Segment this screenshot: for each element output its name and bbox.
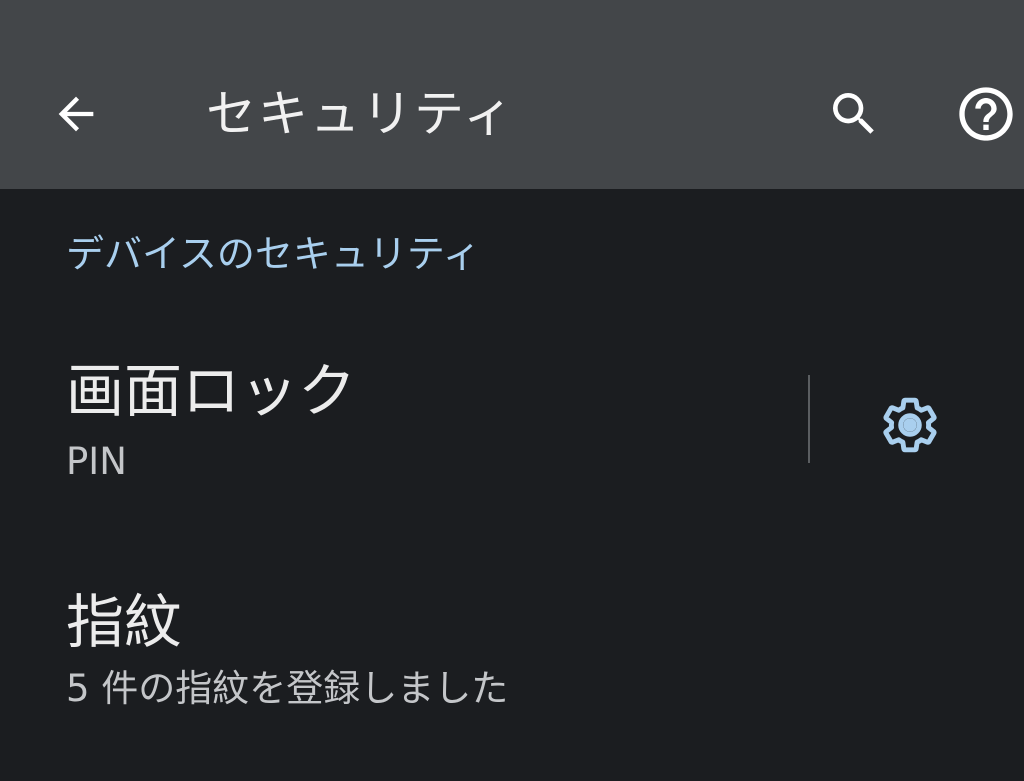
gear-icon xyxy=(883,397,937,453)
screen-lock-preference[interactable]: 画面ロック PIN xyxy=(0,325,1024,515)
help-button[interactable] xyxy=(950,78,1022,150)
help-circle-icon xyxy=(959,87,1013,141)
search-button[interactable] xyxy=(818,78,890,150)
arrow-back-icon xyxy=(58,96,94,132)
vertical-divider xyxy=(808,375,810,463)
back-button[interactable] xyxy=(40,78,112,150)
section-header-device-security: デバイスのセキュリティ xyxy=(66,232,481,276)
screen-lock-title: 画面ロック xyxy=(66,357,357,425)
fingerprint-preference[interactable]: 指紋 5 件の指紋を登録しました xyxy=(0,560,1024,750)
security-settings-screen: セキュリティ デバイスのセキュリティ 画面ロック PIN 指紋 5 件の指紋を登… xyxy=(0,0,1024,781)
fingerprint-title: 指紋 xyxy=(66,588,183,656)
screen-lock-summary: PIN xyxy=(66,440,127,483)
search-icon xyxy=(833,93,874,134)
fingerprint-summary: 5 件の指紋を登録しました xyxy=(66,667,509,710)
screen-lock-settings-button[interactable] xyxy=(868,383,952,467)
app-bar: セキュリティ xyxy=(0,0,1024,189)
page-title: セキュリティ xyxy=(206,85,515,143)
